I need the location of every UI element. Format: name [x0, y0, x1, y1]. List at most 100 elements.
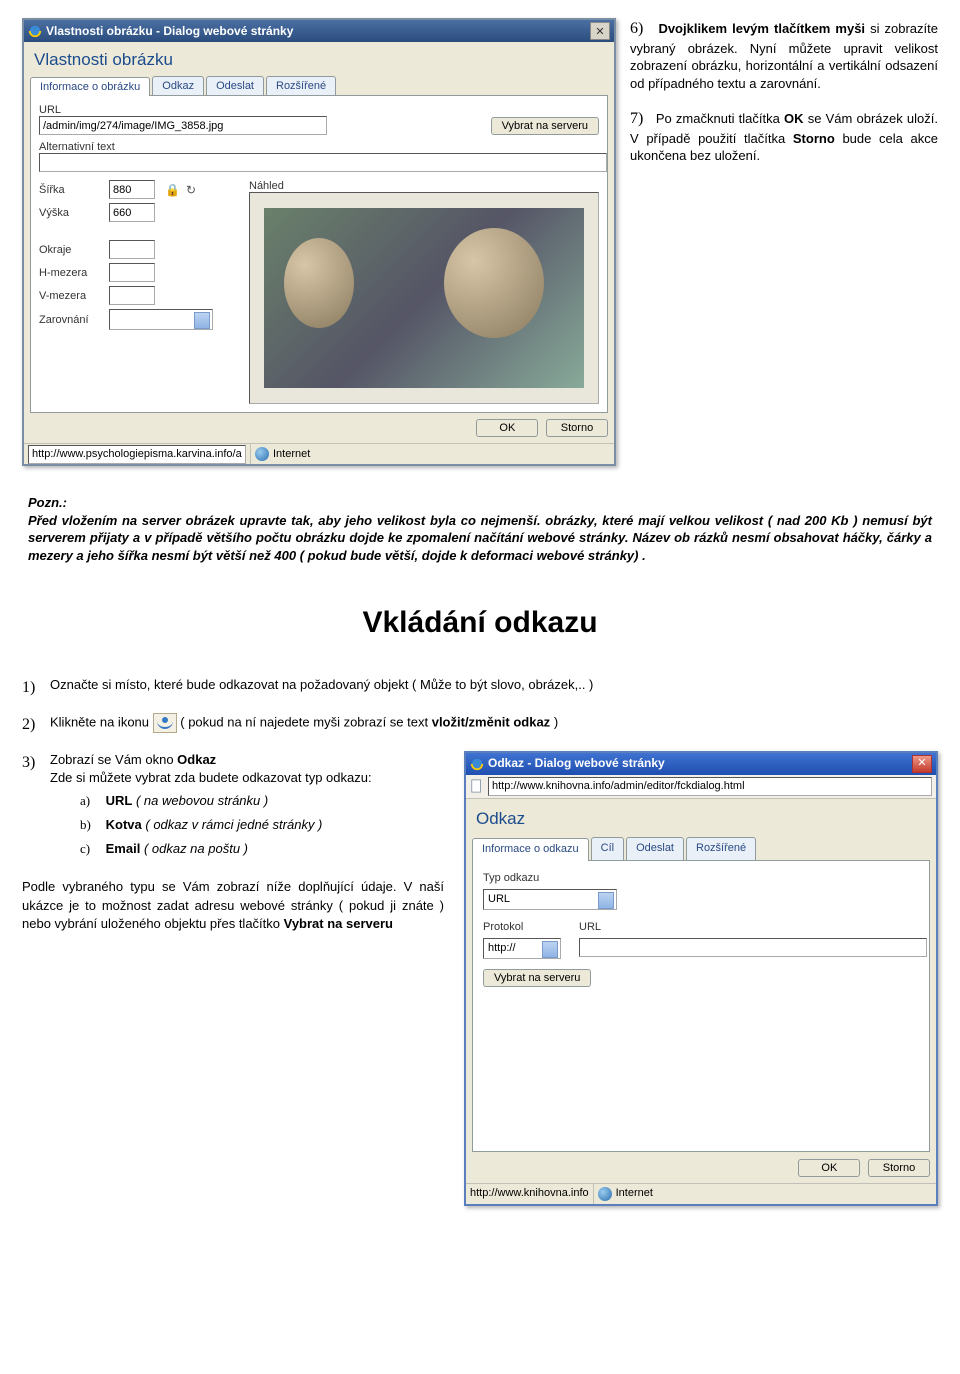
step-2-post: ): [554, 715, 558, 730]
tab-target[interactable]: Cíl: [591, 837, 624, 860]
sub-b-italic: ( odkaz v rámci jedné stránky ): [145, 817, 322, 832]
step-3-marker: 3): [22, 751, 50, 864]
zone-text2: Internet: [616, 1186, 653, 1202]
tab-advanced[interactable]: Rozšířené: [686, 837, 756, 860]
tab-upload[interactable]: Odeslat: [206, 76, 264, 95]
sub-a-bold: URL: [106, 793, 133, 808]
note7-number: 7): [630, 110, 643, 127]
address-bar: [466, 775, 936, 799]
align-select[interactable]: [109, 309, 213, 330]
protocol-select[interactable]: http://: [483, 938, 561, 959]
dialog2-tabs: Informace o odkazu Cíl Odeslat Rozšířené: [472, 837, 930, 861]
url2-label: URL: [579, 920, 919, 936]
tab-upload[interactable]: Odeslat: [626, 837, 684, 860]
preview-image: [264, 208, 584, 388]
step-2-marker: 2): [22, 713, 50, 736]
hspace-input[interactable]: [109, 263, 155, 282]
dialog-heading: Vlastnosti obrázku: [34, 50, 608, 70]
tab-link-info[interactable]: Informace o odkazu: [472, 838, 589, 861]
dialog2-titlebar: Odkaz - Dialog webové stránky ✕: [466, 753, 936, 775]
image-properties-dialog: Vlastnosti obrázku - Dialog webové strán…: [22, 18, 616, 466]
alt-label: Alternativní text: [39, 141, 599, 153]
browse-server-button[interactable]: Vybrat na serveru: [491, 117, 599, 135]
after-bold: Vybrat na serveru: [284, 916, 393, 931]
sub-a-italic: ( na webovou stránku ): [136, 793, 268, 808]
close-icon[interactable]: ✕: [590, 22, 610, 40]
browse-server-button2[interactable]: Vybrat na serveru: [483, 969, 591, 987]
protocol-value: http://: [488, 941, 516, 957]
dialog-title: Vlastnosti obrázku - Dialog webové strán…: [46, 24, 588, 38]
tab-link[interactable]: Odkaz: [152, 76, 204, 95]
step-2-mid: ( pokud na ní najedete myši zobrazí se t…: [180, 715, 431, 730]
tab-image-info[interactable]: Informace o obrázku: [30, 77, 150, 96]
preview-label: Náhled: [249, 180, 599, 192]
step-1-text: Označte si místo, které bude odkazovat n…: [50, 676, 938, 699]
close-icon[interactable]: ✕: [912, 755, 932, 773]
dialog2-title: Odkaz - Dialog webové stránky: [488, 755, 910, 772]
zone-text: Internet: [273, 448, 310, 460]
dialog-titlebar: Vlastnosti obrázku - Dialog webové strán…: [24, 20, 614, 42]
instruction-notes: 6) Dvojklikem levým tlačítkem myši si zo…: [630, 18, 938, 181]
height-label: Výška: [39, 207, 109, 219]
note-text: Před vložením na server obrázek upravte …: [28, 513, 932, 563]
linktype-label: Typ odkazu: [483, 871, 919, 887]
link-dialog: Odkaz - Dialog webové stránky ✕ Odkaz In…: [464, 751, 938, 1207]
note6-number: 6): [630, 20, 643, 37]
dialog-tabs: Informace o obrázku Odkaz Odeslat Rozšíř…: [30, 76, 608, 96]
step-3-pre: Zobrazí se Vám okno: [50, 752, 177, 767]
status-url2: http://www.knihovna.info: [470, 1186, 589, 1202]
linktype-value: URL: [488, 892, 510, 908]
status-url: [28, 445, 246, 464]
internet-zone-icon: [255, 447, 269, 461]
height-input[interactable]: [109, 203, 155, 222]
width-input[interactable]: [109, 180, 155, 199]
hspace-label: H-mezera: [39, 267, 109, 279]
border-input[interactable]: [109, 240, 155, 259]
note7-storno: Storno: [793, 131, 835, 146]
step-3-sub: Zde si můžete vybrat zda budete odkazova…: [50, 770, 372, 785]
sub-c-marker: c): [80, 840, 102, 859]
sub-c-italic: ( odkaz na poštu ): [144, 841, 248, 856]
link-toolbar-icon: [153, 713, 177, 733]
note7-pre: Po zmačknuti tlačítka: [656, 111, 784, 126]
note6-bold: Dvojklikem levým tlačítkem myši: [658, 21, 865, 36]
url-input[interactable]: [39, 116, 327, 135]
address-input[interactable]: [488, 777, 932, 796]
ie-icon: [28, 24, 42, 38]
protocol-label: Protokol: [483, 920, 561, 936]
preview-box[interactable]: [249, 192, 599, 404]
url-label: URL: [39, 104, 491, 116]
linktype-select[interactable]: URL: [483, 889, 617, 910]
sub-c-bold: Email: [106, 841, 141, 856]
status-bar2: http://www.knihovna.info Internet: [466, 1183, 936, 1204]
step-2-bold: vložit/změnit odkaz: [432, 715, 550, 730]
note-title: Pozn.:: [28, 495, 67, 510]
align-label: Zarovnání: [39, 314, 109, 326]
step-3-bold: Odkaz: [177, 752, 216, 767]
sub-b-marker: b): [80, 816, 102, 835]
section-heading: Vkládání odkazu: [22, 606, 938, 640]
border-label: Okraje: [39, 244, 109, 256]
vspace-input[interactable]: [109, 286, 155, 305]
sub-b-bold: Kotva: [106, 817, 142, 832]
ie-icon: [470, 757, 484, 771]
lock-icon[interactable]: 🔒: [165, 183, 180, 197]
note-block: Pozn.: Před vložením na server obrázek u…: [28, 494, 932, 564]
alt-input[interactable]: [39, 153, 607, 172]
status-bar: Internet: [24, 443, 614, 464]
tab-advanced[interactable]: Rozšířené: [266, 76, 336, 95]
sub-a-marker: a): [80, 792, 102, 811]
step-2-pre: Klikněte na ikonu: [50, 715, 153, 730]
cancel-button2[interactable]: Storno: [868, 1159, 930, 1177]
width-label: Šířka: [39, 184, 109, 196]
internet-zone-icon: [598, 1187, 612, 1201]
ok-button[interactable]: OK: [476, 419, 538, 437]
ok-button2[interactable]: OK: [798, 1159, 860, 1177]
note7-ok: OK: [784, 111, 804, 126]
url2-input[interactable]: [579, 938, 927, 957]
page-icon: [470, 779, 484, 793]
dialog2-heading: Odkaz: [476, 807, 930, 832]
cancel-button[interactable]: Storno: [546, 419, 608, 437]
refresh-icon[interactable]: ↻: [186, 183, 196, 197]
step-1-marker: 1): [22, 676, 50, 699]
